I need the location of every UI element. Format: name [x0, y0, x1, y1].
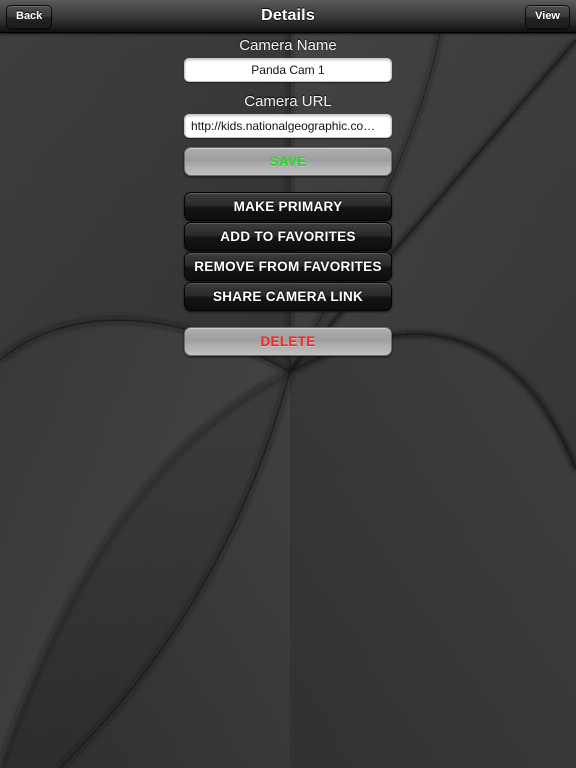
- add-to-favorites-button[interactable]: ADD TO FAVORITES: [184, 222, 392, 251]
- save-button[interactable]: SAVE: [184, 147, 392, 176]
- details-form: Camera Name Panda Cam 1 Camera URL http:…: [0, 32, 576, 356]
- camera-name-input[interactable]: Panda Cam 1: [184, 58, 392, 82]
- camera-name-label: Camera Name: [239, 37, 337, 54]
- delete-button[interactable]: DELETE: [184, 327, 392, 356]
- page-title: Details: [261, 7, 315, 24]
- make-primary-button[interactable]: MAKE PRIMARY: [184, 192, 392, 221]
- remove-from-favorites-button[interactable]: REMOVE FROM FAVORITES: [184, 252, 392, 281]
- view-button[interactable]: View: [525, 5, 570, 29]
- app-root: Back Details View Camera Name Panda Cam …: [0, 0, 576, 768]
- camera-url-input[interactable]: http://kids.nationalgeographic.com/kids/…: [184, 114, 392, 138]
- share-camera-link-button[interactable]: SHARE CAMERA LINK: [184, 282, 392, 311]
- camera-url-label: Camera URL: [244, 93, 332, 110]
- navigation-bar: Back Details View: [0, 0, 576, 33]
